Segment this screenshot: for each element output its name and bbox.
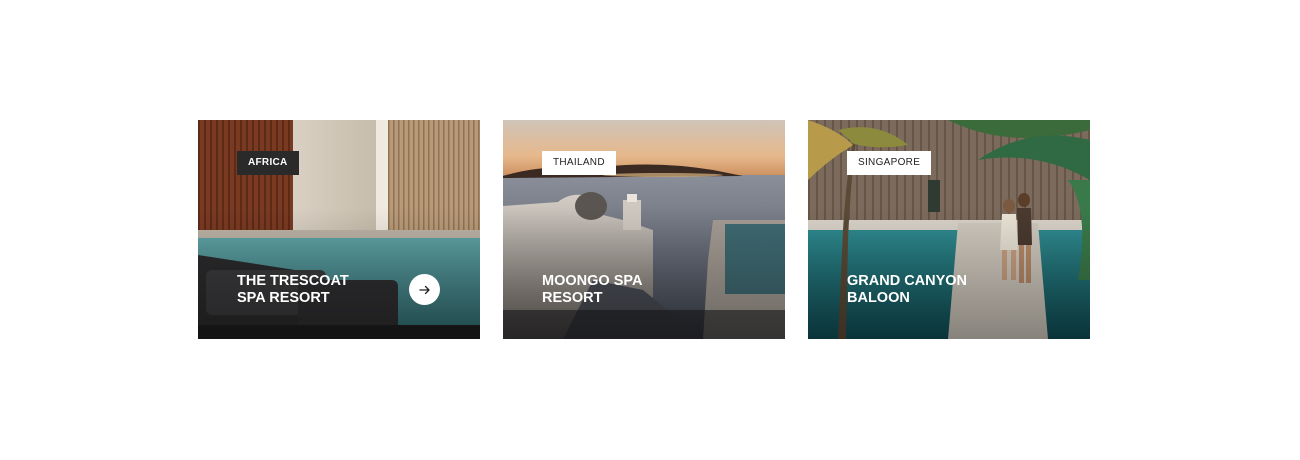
card-title-line: RESORT <box>542 290 603 306</box>
location-badge[interactable]: THAILAND <box>542 151 616 175</box>
destination-cards: AFRICA THE TRESCOAT SPA RESORT THAILAND … <box>198 120 1090 339</box>
destination-card-africa[interactable]: AFRICA THE TRESCOAT SPA RESORT <box>198 120 480 339</box>
arrow-right-icon <box>418 285 430 294</box>
card-title-line: SPA RESORT <box>237 290 330 306</box>
card-title[interactable]: GRAND CANYON BALOON <box>847 273 1007 307</box>
location-badge[interactable]: SINGAPORE <box>847 151 932 175</box>
card-title[interactable]: THE TRESCOAT SPA RESORT <box>237 273 397 307</box>
view-details-button[interactable] <box>409 274 440 305</box>
card-title-line: GRAND CANYON <box>847 273 968 289</box>
destination-card-thailand[interactable]: THAILAND MOONGO SPA RESORT <box>503 120 785 339</box>
card-title-line: MOONGO SPA <box>542 273 643 289</box>
destination-card-singapore[interactable]: SINGAPORE GRAND CANYON BALOON <box>808 120 1090 339</box>
card-title-line: BALOON <box>847 290 910 306</box>
card-title[interactable]: MOONGO SPA RESORT <box>542 273 702 307</box>
card-title-line: THE TRESCOAT <box>237 273 349 289</box>
location-badge[interactable]: AFRICA <box>237 151 299 175</box>
